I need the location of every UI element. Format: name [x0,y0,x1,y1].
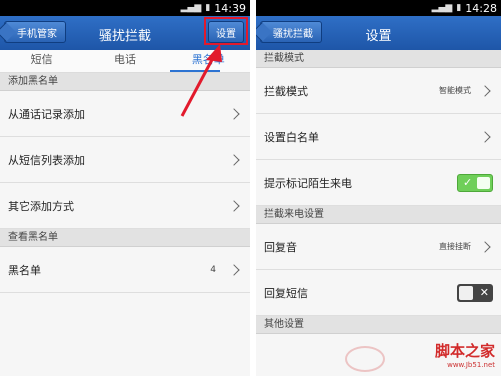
tab-blacklist[interactable]: 黑名单 [167,50,250,72]
toggle-knob [459,285,473,300]
status-time: 14:28 [465,1,497,15]
blacklist-row[interactable]: 黑名单 4 [0,247,250,293]
signal-icon: ▂▄▆ [431,3,453,13]
tab-sms[interactable]: 短信 [0,50,83,72]
add-from-call-log[interactable]: 从通话记录添加 [0,91,250,137]
reply-sms-toggle[interactable]: ✕ [457,283,493,302]
row-label: 其它添加方式 [8,199,74,213]
mark-stranger-toggle[interactable]: ✓ [457,173,493,192]
check-icon: ✓ [463,175,473,189]
chevron-right-icon [479,84,491,97]
title-bar: 骚扰拦截 设置 [256,16,501,50]
row-label: 提示标记陌生来电 [264,176,352,190]
watermark-logo [345,346,385,372]
row-label: 从通话记录添加 [8,107,85,121]
row-label: 设置白名单 [264,130,319,144]
toggle-knob [477,176,490,189]
reply-tone-value: 直接挂断 [439,242,471,251]
battery-icon: ▮ [205,3,211,13]
chevron-right-icon [228,199,240,212]
status-bar: ▂▄▆ ▮ 14:39 [0,0,250,16]
block-mode-value: 智能模式 [439,86,471,95]
blacklist-count: 4 [210,264,216,275]
row-label: 回复短信 [264,286,308,300]
mark-stranger-call-row: 提示标记陌生来电 ✓ [256,160,501,206]
whitelist-row[interactable]: 设置白名单 [256,114,501,160]
page-title: 设置 [365,29,392,44]
row-label: 回复音 [264,240,297,254]
block-mode-row[interactable]: 拦截模式 智能模式 [256,68,501,114]
section-add-blacklist: 添加黑名单 [0,73,250,91]
watermark-url: www.Jb51.net [447,361,495,369]
chevron-right-icon [228,153,240,166]
tab-indicator [170,70,220,72]
row-label: 拦截模式 [264,84,308,98]
section-call-block-settings: 拦截来电设置 [256,206,501,224]
highlight-box [204,17,248,45]
chevron-right-icon [479,240,491,253]
tab-bar: 短信 电话 黑名单 [0,50,250,73]
chevron-right-icon [479,130,491,143]
section-view-blacklist: 查看黑名单 [0,229,250,247]
right-screen: ▂▄▆ ▮ 14:28 骚扰拦截 设置 拦截模式 拦截模式 智能模式 设置白名单… [256,0,501,376]
status-time: 14:39 [214,1,246,15]
x-icon: ✕ [479,285,489,299]
status-bar: ▂▄▆ ▮ 14:28 [256,0,501,16]
battery-icon: ▮ [456,3,462,13]
reply-sms-row: 回复短信 ✕ [256,270,501,316]
section-block-mode: 拦截模式 [256,50,501,68]
title-bar: 手机管家 骚扰拦截 设置 [0,16,250,50]
watermark: 脚本之家 www.Jb51.net [435,344,495,372]
section-other-settings: 其他设置 [256,316,501,334]
chevron-right-icon [228,263,240,276]
tab-calls[interactable]: 电话 [83,50,166,72]
chevron-right-icon [228,107,240,120]
other-add-methods[interactable]: 其它添加方式 [0,183,250,229]
reply-tone-row[interactable]: 回复音 直接挂断 [256,224,501,270]
left-screen: ▂▄▆ ▮ 14:39 手机管家 骚扰拦截 设置 短信 电话 黑名单 添加黑名单… [0,0,250,376]
add-from-sms-list[interactable]: 从短信列表添加 [0,137,250,183]
signal-icon: ▂▄▆ [180,3,202,13]
row-label: 从短信列表添加 [8,153,85,167]
row-label: 黑名单 [8,263,41,277]
